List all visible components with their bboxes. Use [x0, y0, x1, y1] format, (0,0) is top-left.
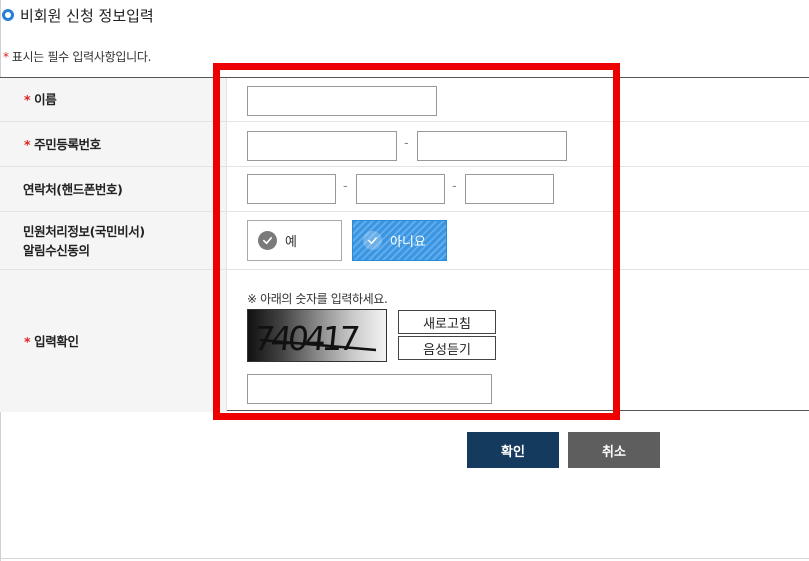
- captcha-label: * 입력확인: [0, 332, 79, 351]
- contact-part2-input[interactable]: [356, 174, 445, 204]
- resident-number-back-input[interactable]: [417, 131, 567, 161]
- page-title-text: 비회원 신청 정보입력: [20, 6, 154, 25]
- required-mark: *: [24, 136, 31, 152]
- row-name: * 이름: [0, 78, 809, 122]
- label-cell: * 주민등록번호: [0, 122, 227, 166]
- contact-part1-input[interactable]: [247, 174, 336, 204]
- required-mark: *: [3, 50, 9, 64]
- captcha-label-text: 입력확인: [34, 333, 79, 349]
- label-cell: 민원처리정보(국민비서) 알림수신동의: [0, 212, 227, 269]
- consent-no-label: 아니요: [390, 235, 426, 250]
- consent-yes-label: 예: [285, 235, 297, 250]
- consent-yes-option[interactable]: 예: [247, 220, 342, 261]
- contact-label: 연락처(핸드폰번호): [23, 181, 123, 197]
- title-bullet-icon: [2, 9, 14, 21]
- notification-consent-label-line2: 알림수신동의: [23, 242, 90, 258]
- contact-dash-2: -: [452, 179, 457, 194]
- captcha-text: 740417: [252, 319, 360, 358]
- notification-consent-label-line1: 민원처리정보(국민비서): [23, 223, 145, 239]
- label-cell: * 입력확인: [0, 270, 227, 412]
- name-input[interactable]: [247, 86, 437, 116]
- label-cell: 연락처(핸드폰번호): [0, 167, 227, 211]
- resident-number-dash: -: [404, 136, 409, 151]
- name-label-text: 이름: [34, 92, 57, 107]
- resident-number-label: * 주민등록번호: [0, 135, 101, 154]
- contact-part3-input[interactable]: [465, 174, 554, 204]
- check-icon: [258, 231, 277, 250]
- required-mark: *: [24, 92, 31, 107]
- consent-no-option[interactable]: 아니요: [352, 220, 447, 261]
- row-notification-consent: 민원처리정보(국민비서) 알림수신동의 예 아니요: [0, 212, 809, 270]
- page-title: 비회원 신청 정보입력: [2, 5, 154, 25]
- required-note-text: 표시는 필수 입력사항입니다.: [11, 50, 152, 64]
- row-resident-number: * 주민등록번호 -: [0, 122, 809, 167]
- captcha-input[interactable]: [247, 374, 492, 404]
- check-icon: [363, 231, 382, 250]
- name-label: * 이름: [0, 90, 57, 109]
- label-cell: * 이름: [0, 78, 227, 121]
- notification-consent-label: 민원처리정보(국민비서) 알림수신동의: [0, 222, 145, 260]
- required-note: * 표시는 필수 입력사항입니다.: [3, 48, 151, 65]
- captcha-refresh-button[interactable]: 새로고침: [398, 310, 496, 334]
- captcha-guide: ※ 아래의 숫자를 입력하세요.: [247, 292, 388, 306]
- row-captcha: * 입력확인 ※ 아래의 숫자를 입력하세요. 740417 새로고침 음성듣기: [0, 270, 809, 412]
- captcha-audio-button[interactable]: 음성듣기: [398, 336, 496, 360]
- applicant-form: * 이름 * 주민등록번호 - 연락처(핸드폰번호) - - 민원처리정보(국민비서…: [0, 77, 809, 412]
- cancel-button[interactable]: 취소: [568, 432, 660, 468]
- required-mark: *: [24, 333, 31, 349]
- row-contact: 연락처(핸드폰번호) - -: [0, 167, 809, 212]
- confirm-button[interactable]: 확인: [467, 432, 559, 468]
- resident-number-label-text: 주민등록번호: [34, 136, 101, 152]
- resident-number-front-input[interactable]: [247, 131, 397, 161]
- bottom-border: [0, 558, 809, 559]
- captcha-image: 740417: [247, 309, 387, 362]
- contact-dash-1: -: [343, 179, 348, 194]
